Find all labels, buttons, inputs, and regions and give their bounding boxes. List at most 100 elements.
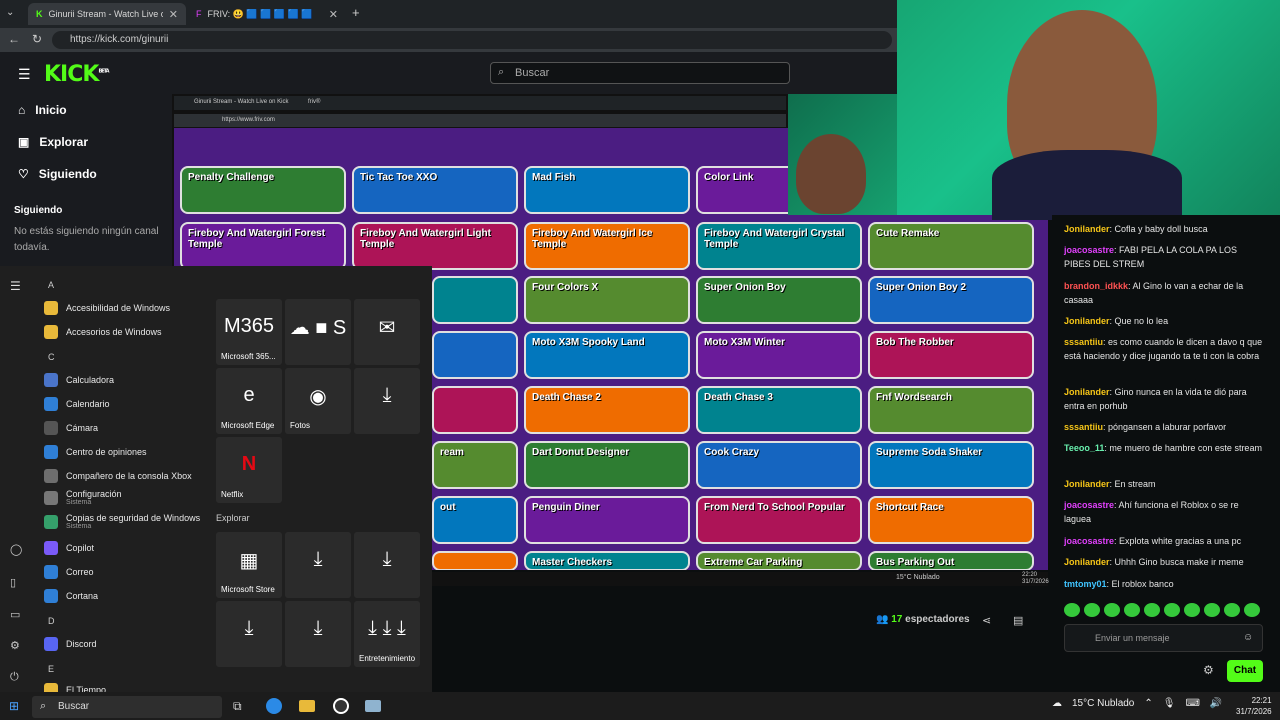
documents-icon[interactable]: ▯ [10, 576, 16, 589]
pinned-app[interactable]: e Microsoft Edge [216, 368, 282, 434]
game-tile[interactable]: Fireboy And Watergirl Crystal Temple [696, 222, 862, 270]
game-tile[interactable]: Death Chase 2 [524, 386, 690, 434]
game-tile[interactable]: Tic Tac Toe XXO [352, 166, 518, 214]
clip-icon[interactable]: ▤ [1013, 614, 1023, 627]
game-tile[interactable] [432, 331, 518, 379]
settings-icon[interactable]: ⚙ [10, 639, 20, 652]
nav-siguiendo[interactable]: ♡ Siguiendo [18, 167, 97, 181]
pinned-app[interactable]: ⤓ ⤓ ⤓ Entretenimiento [354, 601, 420, 667]
game-tile[interactable]: Super Onion Boy 2 [868, 276, 1034, 324]
pinned-app[interactable]: N Netflix [216, 437, 282, 503]
emote-icon[interactable] [1104, 603, 1120, 617]
emote-icon[interactable] [1244, 603, 1260, 617]
letter-header[interactable]: A [48, 280, 54, 290]
chat-username[interactable]: joacosastre [1064, 500, 1114, 510]
pinned-app[interactable]: ▦ Microsoft Store [216, 532, 282, 598]
emote-icon[interactable] [1064, 603, 1080, 617]
close-icon[interactable]: ✕ [329, 8, 338, 21]
pinned-app[interactable]: ◉ Fotos [285, 368, 351, 434]
volume-icon[interactable]: 🔊 [1210, 698, 1222, 709]
game-tile[interactable]: Bob The Robber [868, 331, 1034, 379]
chat-send-button[interactable]: Chat [1227, 660, 1263, 682]
pinned-app[interactable]: ☁ ■ S [285, 299, 351, 365]
emoji-icon[interactable]: ☺ [1243, 632, 1253, 643]
pinned-app[interactable]: ⤓ [285, 601, 351, 667]
game-tile[interactable]: Fireboy And Watergirl Forest Temple [180, 222, 346, 270]
game-tile[interactable] [432, 276, 518, 324]
start-app-item[interactable]: Configuración Sistema [44, 489, 122, 506]
game-tile[interactable]: Fireboy And Watergirl Light Temple [352, 222, 518, 270]
game-tile[interactable]: Dart Donut Designer [524, 441, 690, 489]
start-app-item[interactable]: Calendario [44, 397, 110, 411]
url-input[interactable]: https://kick.com/ginurii [52, 31, 892, 49]
settings-gear-icon[interactable]: ⚙ [1203, 663, 1214, 677]
start-app-item[interactable]: Calculadora [44, 373, 114, 387]
game-tile[interactable]: Moto X3M Winter [696, 331, 862, 379]
emote-icon[interactable] [1084, 603, 1100, 617]
game-tile[interactable] [432, 386, 518, 434]
letter-header[interactable]: D [48, 616, 55, 626]
game-tile[interactable]: Extreme Car Parking [696, 551, 862, 571]
start-app-item[interactable]: Discord [44, 637, 97, 651]
start-app-item[interactable]: Accesibilidad de Windows [44, 301, 170, 315]
letter-header[interactable]: E [48, 664, 54, 674]
clock[interactable]: 22:21 31/7/2026 [1236, 695, 1272, 717]
emote-icon[interactable] [1144, 603, 1160, 617]
emote-icon[interactable] [1164, 603, 1180, 617]
keyboard-icon[interactable]: ⌨ [1185, 698, 1199, 709]
taskbar-search[interactable]: Buscar [32, 696, 222, 718]
emote-icon[interactable] [1184, 603, 1200, 617]
game-tile[interactable]: Master Checkers [524, 551, 690, 571]
game-tile[interactable]: Fnf Wordsearch [868, 386, 1034, 434]
chat-username[interactable]: joacosastre [1064, 536, 1114, 546]
pinned-app[interactable]: M365 Microsoft 365... [216, 299, 282, 365]
start-app-item[interactable]: Copilot [44, 541, 94, 555]
obs-icon[interactable] [333, 698, 349, 714]
game-tile[interactable]: Death Chase 3 [696, 386, 862, 434]
pinned-app[interactable]: ⤓ [354, 368, 420, 434]
game-tile[interactable] [432, 551, 518, 571]
tab-friv[interactable]: F FRIV: 😃 🟦 🟦 🟦 🟦 🟦 ✕ [188, 3, 346, 25]
game-tile[interactable]: Bus Parking Out [868, 551, 1034, 571]
file-explorer-icon[interactable] [299, 700, 315, 712]
mic-icon[interactable]: 🎙 [1163, 698, 1176, 709]
emote-icon[interactable] [1224, 603, 1240, 617]
game-tile[interactable]: Shortcut Race [868, 496, 1034, 544]
share-icon[interactable]: ⋖ [982, 614, 991, 627]
emote-icon[interactable] [1124, 603, 1140, 617]
game-tile[interactable]: Cook Crazy [696, 441, 862, 489]
menu-icon[interactable]: ☰ [18, 66, 31, 83]
close-icon[interactable]: ✕ [169, 8, 178, 21]
task-view-icon[interactable]: ⧉ [233, 699, 242, 714]
chat-username[interactable]: Jonilander [1064, 316, 1110, 326]
chat-username[interactable]: sssantiiu [1064, 422, 1103, 432]
chat-username[interactable]: Jonilander [1064, 224, 1110, 234]
search-input[interactable]: Buscar [490, 62, 790, 84]
back-icon[interactable]: ← [8, 32, 20, 46]
game-tile[interactable]: Cute Remake [868, 222, 1034, 270]
menu-icon[interactable]: ☰ [10, 279, 21, 293]
emote-icon[interactable] [1204, 603, 1220, 617]
pinned-app[interactable]: ⤓ [285, 532, 351, 598]
power-icon[interactable]: ⏻ [10, 671, 19, 684]
chat-username[interactable]: tmtomy01 [1064, 579, 1107, 589]
game-tile[interactable]: From Nerd To School Popular [696, 496, 862, 544]
game-tile[interactable]: Mad Fish [524, 166, 690, 214]
letter-header[interactable]: C [48, 352, 55, 362]
start-app-item[interactable]: Accesorios de Windows [44, 325, 162, 339]
game-tile[interactable]: Penalty Challenge [180, 166, 346, 214]
game-tile[interactable]: Four Colors X [524, 276, 690, 324]
nav-explorar[interactable]: ▣ Explorar [18, 135, 88, 149]
chat-username[interactable]: Jonilander [1064, 387, 1110, 397]
chat-username[interactable]: brandon_idkkk [1064, 281, 1128, 291]
nav-inicio[interactable]: ⌂ Inicio [18, 103, 67, 117]
chat-username[interactable]: Jonilander [1064, 557, 1110, 567]
game-tile[interactable]: out [432, 496, 518, 544]
edge-icon[interactable] [266, 698, 282, 714]
new-tab-button[interactable]: + [352, 5, 360, 20]
chat-username[interactable]: sssantiiu [1064, 337, 1103, 347]
chat-username[interactable]: joacosastre [1064, 245, 1114, 255]
tab-list-icon[interactable]: ⌄ [6, 7, 14, 18]
start-app-item[interactable]: Cámara [44, 421, 98, 435]
game-tile[interactable]: Moto X3M Spooky Land [524, 331, 690, 379]
